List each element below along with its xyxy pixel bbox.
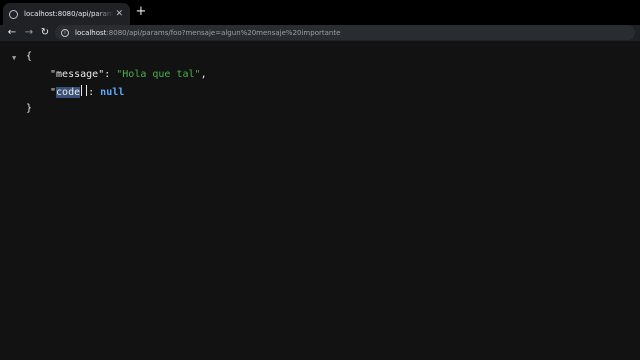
json-value-message: "Hola que tal" xyxy=(116,69,201,80)
tab-strip: localhost:8080/api/params/foo?mensaje=al… xyxy=(0,0,640,25)
url-path: :8080/api/params/foo?mensaje=algun%20men… xyxy=(106,28,341,37)
new-tab-button[interactable]: + xyxy=(134,5,148,19)
colon: : xyxy=(88,87,101,98)
comma: , xyxy=(200,69,207,80)
tab-title: localhost:8080/api/params/foo?mensaje=al… xyxy=(24,10,114,18)
collapse-toggle-icon[interactable]: ▼ xyxy=(12,54,16,62)
reload-button[interactable]: ↻ xyxy=(38,25,52,41)
close-icon[interactable]: ✕ xyxy=(115,8,123,20)
tab-active[interactable]: localhost:8080/api/params/foo?mensaje=al… xyxy=(3,3,130,25)
info-icon[interactable]: i xyxy=(61,28,69,37)
text-cursor-icon xyxy=(81,85,88,96)
globe-icon xyxy=(9,9,18,19)
json-viewer: ▼ { "message": "Hola que tal", "code: nu… xyxy=(0,41,640,360)
url-text: localhost:8080/api/params/foo?mensaje=al… xyxy=(75,29,340,37)
json-key-message: message xyxy=(56,69,99,80)
colon: : xyxy=(104,69,117,80)
toolbar: ← → ↻ i localhost:8080/api/params/foo?me… xyxy=(0,25,640,41)
json-value-code: null xyxy=(100,87,125,98)
json-entry-code: "code: null xyxy=(50,84,124,102)
address-bar[interactable]: i localhost:8080/api/params/foo?mensaje=… xyxy=(55,25,635,40)
url-host: localhost xyxy=(75,28,107,37)
close-brace: } xyxy=(26,103,33,114)
forward-button[interactable]: → xyxy=(22,25,36,41)
open-brace: { xyxy=(26,51,33,62)
json-key-code: code xyxy=(56,87,81,98)
back-button[interactable]: ← xyxy=(5,25,19,41)
json-entry-message: "message": "Hola que tal", xyxy=(50,66,207,84)
